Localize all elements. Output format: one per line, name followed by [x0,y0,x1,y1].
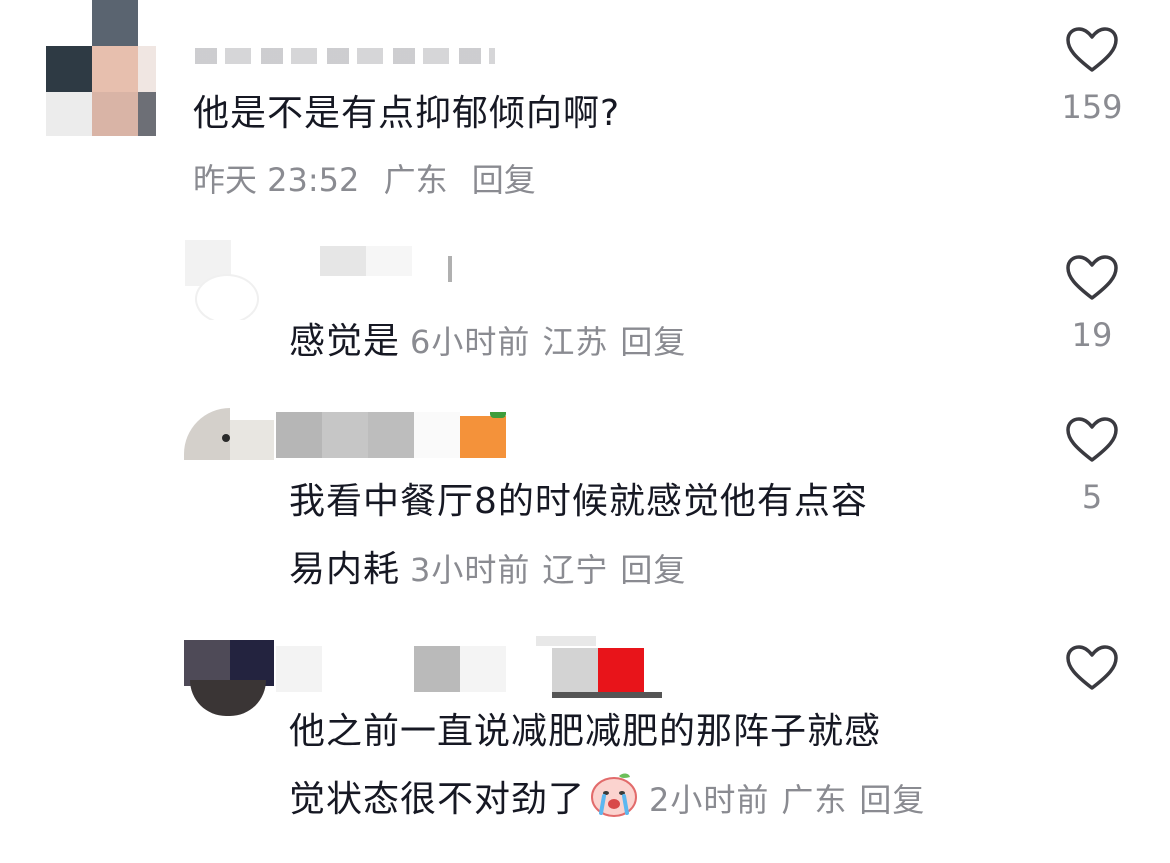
comment-text-continued: 易内耗 [289,549,401,590]
username-obscured[interactable] [195,40,495,64]
comment-time: 3小时前 [410,551,531,589]
avatar[interactable] [184,640,274,720]
username-obscured[interactable] [276,636,676,698]
comment-location: 广东 [781,781,848,819]
comment-location: 广东 [383,161,448,199]
comment-body-line2: 觉状态很不对劲了 2小时前 广东 回复 [289,766,937,834]
comment-text-continued: 觉状态很不对劲了 [289,779,586,820]
like-button[interactable]: 5 [1052,416,1132,516]
username-obscured[interactable] [276,412,516,462]
heart-outline-icon [1066,417,1118,462]
comment-meta: 昨天 23:52 广东 回复 [193,148,550,212]
comment-text: 他是不是有点抑郁倾向啊? [193,93,621,134]
comment-location: 辽宁 [542,551,609,589]
like-count: 159 [1061,88,1123,126]
reply-button[interactable]: 回复 [620,323,686,361]
comment-location: 江苏 [542,323,609,361]
comment-text: 我看中餐厅8的时候就感觉他有点容 [289,481,868,522]
reply-button[interactable]: 回复 [859,781,925,819]
like-count: 19 [1071,316,1113,354]
like-count: 5 [1081,478,1103,516]
avatar[interactable] [184,408,274,462]
heart-outline-icon [1066,27,1118,72]
like-button[interactable] [1052,644,1132,706]
crying-peach-emoji [591,773,638,817]
comment-item: 我看中餐厅8的时候就感觉他有点容 易内耗 3小时前 辽宁 回复 5 [0,400,1170,600]
comment-time: 2小时前 [649,781,770,819]
avatar[interactable] [46,0,156,136]
reply-button[interactable]: 回复 [472,161,536,199]
comment-item: 感觉是 6小时前 江苏 回复 19 [0,230,1170,390]
comment-item: 他是不是有点抑郁倾向啊? 昨天 23:52 广东 回复 159 [0,0,1170,220]
comment-time: 6小时前 [410,323,531,361]
heart-outline-icon [1066,255,1118,300]
comment-time: 昨天 23:52 [193,161,360,199]
red-badge [598,648,644,694]
comment-text: 感觉是 [289,321,401,362]
heart-outline-icon [1066,645,1118,690]
orange-badge [460,416,506,458]
like-button[interactable]: 19 [1052,254,1132,354]
comment-body: 感觉是 6小时前 江苏 回复 [289,308,698,376]
like-button[interactable]: 159 [1052,26,1132,126]
comment-item: 他之前一直说减肥减肥的那阵子就感 觉状态很不对劲了 2小时前 广东 回复 [0,630,1170,863]
reply-button[interactable]: 回复 [620,551,686,589]
comment-text: 他之前一直说减肥减肥的那阵子就感 [289,711,882,752]
comment-body-line2: 易内耗 3小时前 辽宁 回复 [289,536,698,604]
comment-meta: 3小时前 辽宁 回复 [410,551,698,589]
avatar[interactable] [185,240,265,320]
username-obscured[interactable] [320,242,460,286]
comment-meta: 2小时前 广东 回复 [649,781,937,819]
comment-meta: 6小时前 江苏 回复 [410,323,698,361]
